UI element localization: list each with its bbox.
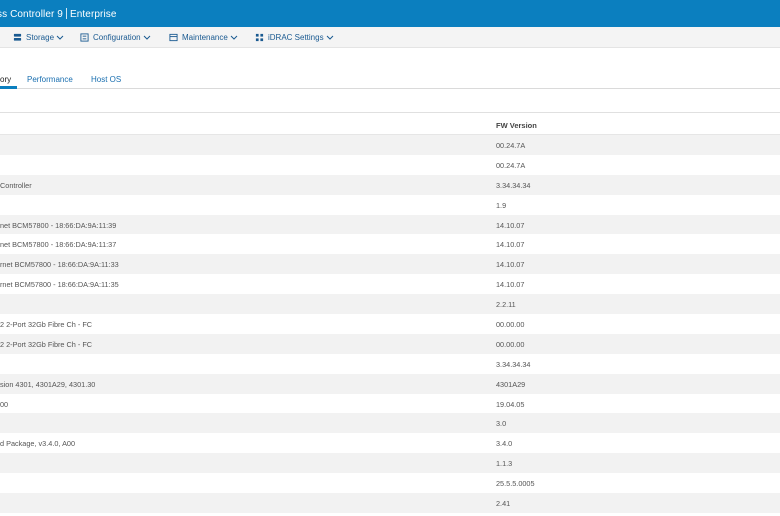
maintenance-icon [169, 33, 178, 42]
fw-version-cell: 00.24.7A [496, 141, 526, 150]
table-row: 00.24.7A [0, 155, 780, 175]
table-row: 1.1.3 [0, 453, 780, 474]
menu-storage[interactable]: Storage [13, 32, 64, 43]
menu-idrac-settings-label: iDRAC Settings [268, 33, 324, 42]
component-name-cell: d Package, v3.4.0, A00 [0, 439, 76, 449]
active-tab-indicator [0, 86, 17, 89]
chevron-down-icon [143, 35, 150, 40]
table-row: rnet BCM57800 - 18:66:DA:9A:11:35 14.10.0… [0, 274, 780, 294]
product-title: ss Controller 9 Enterprise [0, 8, 117, 20]
table-row: 2 2-Port 32Gb Fibre Ch - FC 00.00.00 [0, 333, 780, 354]
component-name-cell: 2 2-Port 32Gb Fibre Ch - FC [0, 339, 93, 349]
menu-maintenance[interactable]: Maintenance [169, 32, 238, 43]
menu-storage-label: Storage [26, 33, 55, 42]
fw-version-cell: 3.34.34.34 [496, 359, 531, 369]
product-title-right: Enterprise [69, 9, 117, 20]
fw-version-cell: 2.41 [496, 499, 511, 509]
table-row: 2 2-Port 32Gb Fibre Ch - FC 00.00.00 [0, 314, 780, 334]
table-row: 2.41 [0, 493, 780, 513]
table-row: 3.0 [0, 413, 780, 434]
table-row: d Package, v3.4.0, A00 3.4.0 [0, 433, 780, 453]
component-name-cell: net BCM57800 - 18:66:DA:9A:11:37 [0, 240, 117, 250]
table-row: 1.9 [0, 195, 780, 215]
idrac-settings-icon [255, 33, 264, 42]
fw-version-cell: 00.24.7A [496, 160, 526, 170]
fw-version-cell: 00.00.00 [496, 339, 525, 349]
chevron-down-icon [230, 35, 238, 40]
chevron-down-icon [326, 35, 333, 40]
main-menu-bar: Storage Configuration Maintenance iDRAC … [0, 27, 780, 48]
storage-icon [13, 33, 22, 41]
table-row: rnet BCM57800 - 18:66:DA:9A:11:33 14.10.0… [0, 254, 780, 275]
table-row: 2.2.11 [0, 294, 780, 315]
menu-configuration-label: Configuration [93, 33, 141, 42]
fw-version-cell: 00.00.00 [496, 320, 525, 330]
menu-configuration[interactable]: Configuration [80, 32, 151, 43]
fw-version-cell: 14.10.07 [496, 240, 525, 250]
panel-divider [0, 112, 780, 113]
fw-version-cell: 4301A29 [496, 379, 526, 389]
fw-version-cell: 14.10.07 [496, 260, 525, 270]
menu-idrac-settings[interactable]: iDRAC Settings [255, 32, 334, 43]
table-header-row: FW Version [0, 114, 780, 135]
fw-version-cell: 2.2.11 [496, 300, 516, 310]
chevron-down-icon [56, 35, 64, 40]
component-name-cell: net BCM57800 - 18:66:DA:9A:11:39 [0, 220, 117, 230]
table-row: 25.5.5.0005 [0, 473, 780, 493]
tab-host-os[interactable]: Host OS [91, 75, 121, 84]
fw-version-cell: 25.5.5.0005 [496, 479, 535, 489]
table-row: 3.34.34.34 [0, 354, 780, 374]
fw-version-cell: 19.04.05 [496, 399, 525, 409]
product-title-left: ss Controller 9 [0, 9, 63, 20]
column-header-fw-version[interactable]: FW Version [496, 121, 537, 130]
fw-version-cell: 14.10.07 [496, 220, 525, 230]
system-tabs: ory Performance Host OS [0, 70, 780, 89]
table-row: net BCM57800 - 18:66:DA:9A:11:37 14.10.07 [0, 234, 780, 254]
fw-version-cell: 3.34.34.34 [496, 180, 531, 190]
fw-version-cell: 3.0 [496, 419, 507, 429]
table-body: 00.24.7A 00.24.7A Controller 3.34.34.34 1.9 n… [0, 135, 780, 513]
menu-maintenance-label: Maintenance [182, 33, 228, 42]
component-name-cell: rnet BCM57800 - 18:66:DA:9A:11:33 [0, 260, 119, 270]
component-name-cell: 2 2-Port 32Gb Fibre Ch - FC [0, 320, 93, 330]
tab-inventory[interactable]: ory [0, 75, 11, 84]
top-header-bar: ss Controller 9 Enterprise [0, 0, 780, 27]
fw-version-cell: 14.10.07 [496, 280, 525, 290]
firmware-inventory-table: FW Version 00.24.7A 00.24.7A Controller 3.3… [0, 114, 780, 513]
fw-version-cell: 3.4.0 [496, 439, 513, 449]
table-row: Controller 3.34.34.34 [0, 174, 780, 195]
fw-version-cell: 1.9 [496, 200, 507, 210]
table-row: net BCM57800 - 18:66:DA:9A:11:39 14.10.07 [0, 214, 780, 235]
component-name-cell: rnet BCM57800 - 18:66:DA:9A:11:35 [0, 280, 119, 290]
title-separator [65, 8, 67, 19]
tab-performance[interactable]: Performance [27, 75, 73, 84]
component-name-cell: Controller [0, 180, 32, 190]
component-name-cell: sion 4301, 4301A29, 4301.30 [0, 379, 96, 389]
table-row: 00.24.7A [0, 135, 780, 155]
fw-version-cell: 1.1.3 [496, 459, 513, 469]
table-row: sion 4301, 4301A29, 4301.30 4301A29 [0, 373, 780, 394]
configuration-icon [80, 33, 89, 42]
table-row: 00 19.04.05 [0, 394, 780, 414]
component-name-cell: 00 [0, 399, 9, 409]
